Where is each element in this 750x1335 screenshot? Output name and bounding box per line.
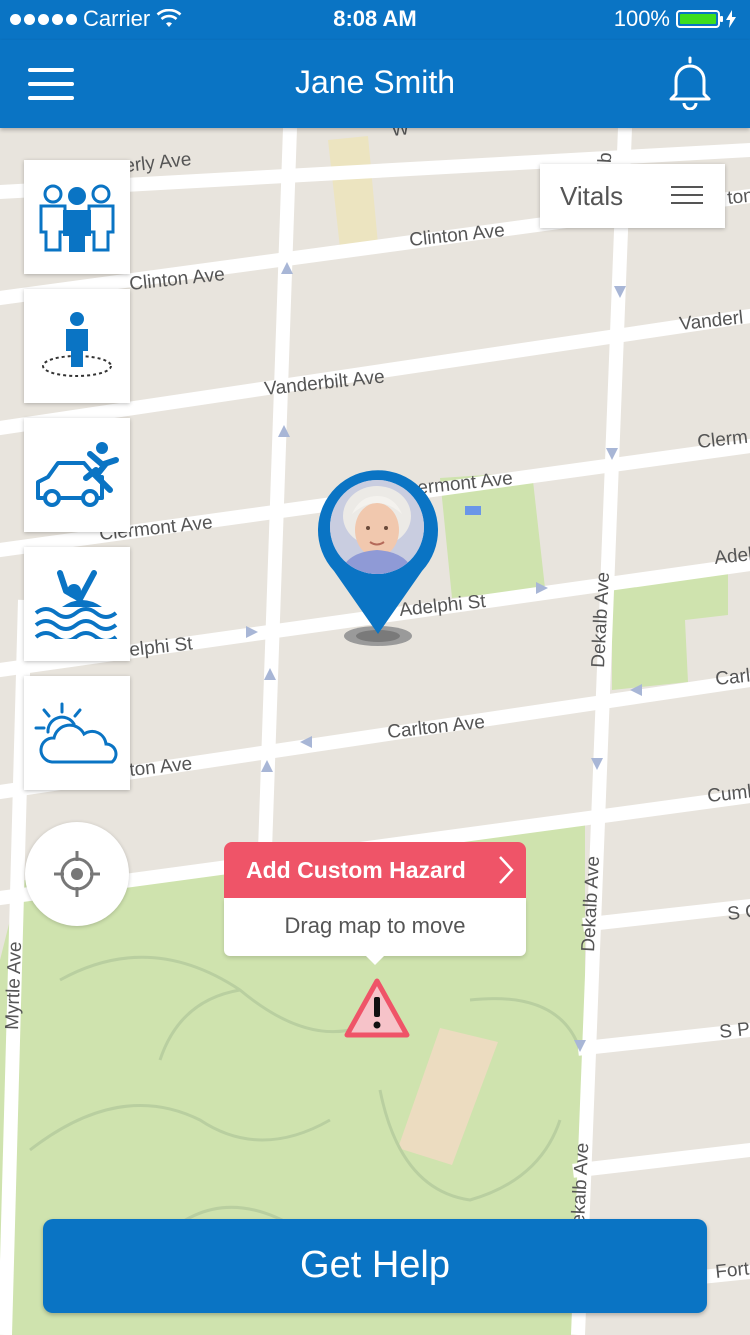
street-label: ton: [726, 185, 750, 209]
street-label: S O: [726, 901, 750, 925]
car-accident-hazard-button[interactable]: [24, 418, 130, 532]
battery-icon: [676, 10, 723, 28]
battery-level: [680, 14, 716, 24]
page-title: Jane Smith: [294, 64, 456, 100]
add-custom-hazard-button[interactable]: Add Custom Hazard: [224, 842, 526, 898]
person-location-marker[interactable]: [316, 466, 440, 648]
charging-icon: [726, 10, 736, 28]
person-geofence-icon: [42, 312, 112, 377]
group-icon: [39, 184, 115, 252]
notifications-button[interactable]: [664, 54, 716, 111]
vitals-button[interactable]: Vitals: [540, 164, 725, 228]
get-help-button[interactable]: Get Help: [43, 1219, 707, 1313]
custom-hazard-popup: Add Custom Hazard Drag map to move: [224, 842, 526, 965]
street-label: S Po: [718, 1018, 750, 1043]
street-label: Adel: [713, 544, 750, 569]
add-custom-hazard-label: Add Custom Hazard: [246, 857, 466, 883]
street-label: W: [390, 128, 410, 141]
street-label: Myrtle Ave: [2, 941, 26, 1030]
crosshair-icon: [54, 851, 100, 897]
nav-bar: Jane Smith: [0, 40, 750, 128]
chevron-right-icon: [499, 856, 514, 884]
battery-percent: 100%: [613, 6, 670, 31]
street-label: Carl: [714, 665, 750, 690]
weather-icon: [34, 702, 118, 764]
street-label: ekalb Ave: [568, 1142, 593, 1225]
bell-icon: [669, 56, 711, 111]
locate-me-button[interactable]: [25, 822, 129, 926]
list-icon: [671, 186, 703, 206]
app-screen: erly Ave Clinton Ave Clinton Ave Vanderb…: [0, 0, 750, 1335]
drowning-icon: [34, 570, 118, 639]
vitals-label: Vitals: [560, 181, 624, 211]
status-bar: Carrier 8:08 AM 100%: [0, 0, 750, 40]
group-hazard-button[interactable]: [24, 160, 130, 274]
weather-hazard-button[interactable]: [24, 676, 130, 790]
street-label: Cuml: [706, 781, 750, 807]
hazard-marker[interactable]: [343, 977, 411, 1044]
avatar: [330, 480, 424, 574]
street-label: Fort: [714, 1258, 750, 1282]
drag-hint: Drag map to move: [224, 898, 526, 956]
car-accident-icon: [36, 442, 119, 507]
drowning-hazard-button[interactable]: [24, 547, 130, 661]
geofence-hazard-button[interactable]: [24, 289, 130, 403]
warning-icon: [344, 978, 410, 1038]
